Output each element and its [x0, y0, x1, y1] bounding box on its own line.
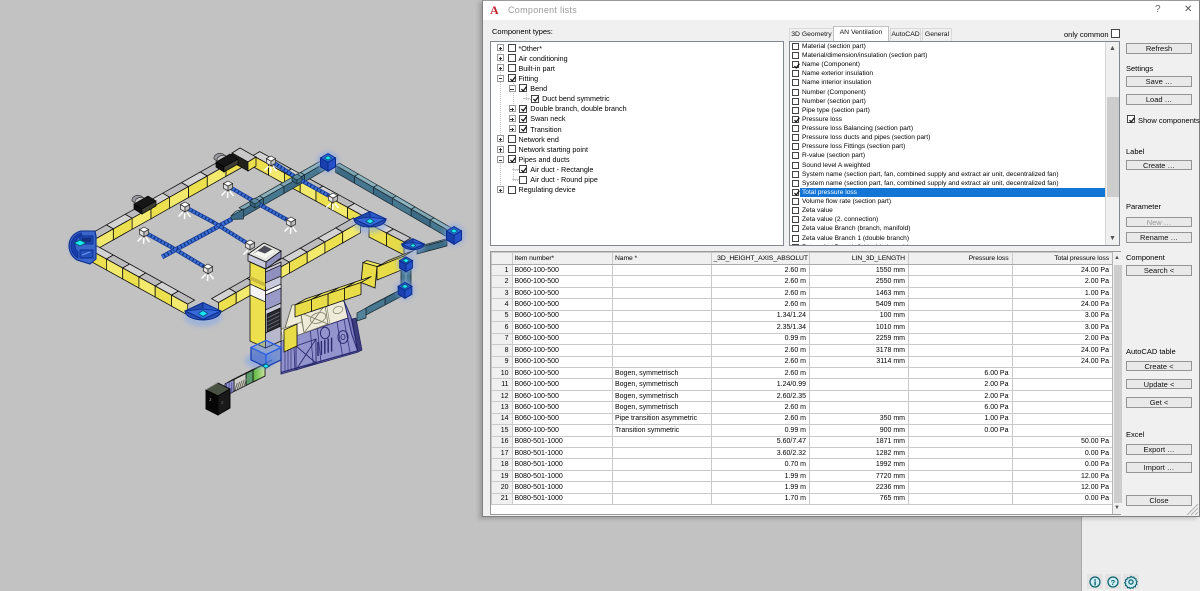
- svg-text:z: z: [209, 398, 212, 403]
- svg-text:z: z: [221, 401, 224, 406]
- svg-text:?: ?: [1111, 578, 1116, 587]
